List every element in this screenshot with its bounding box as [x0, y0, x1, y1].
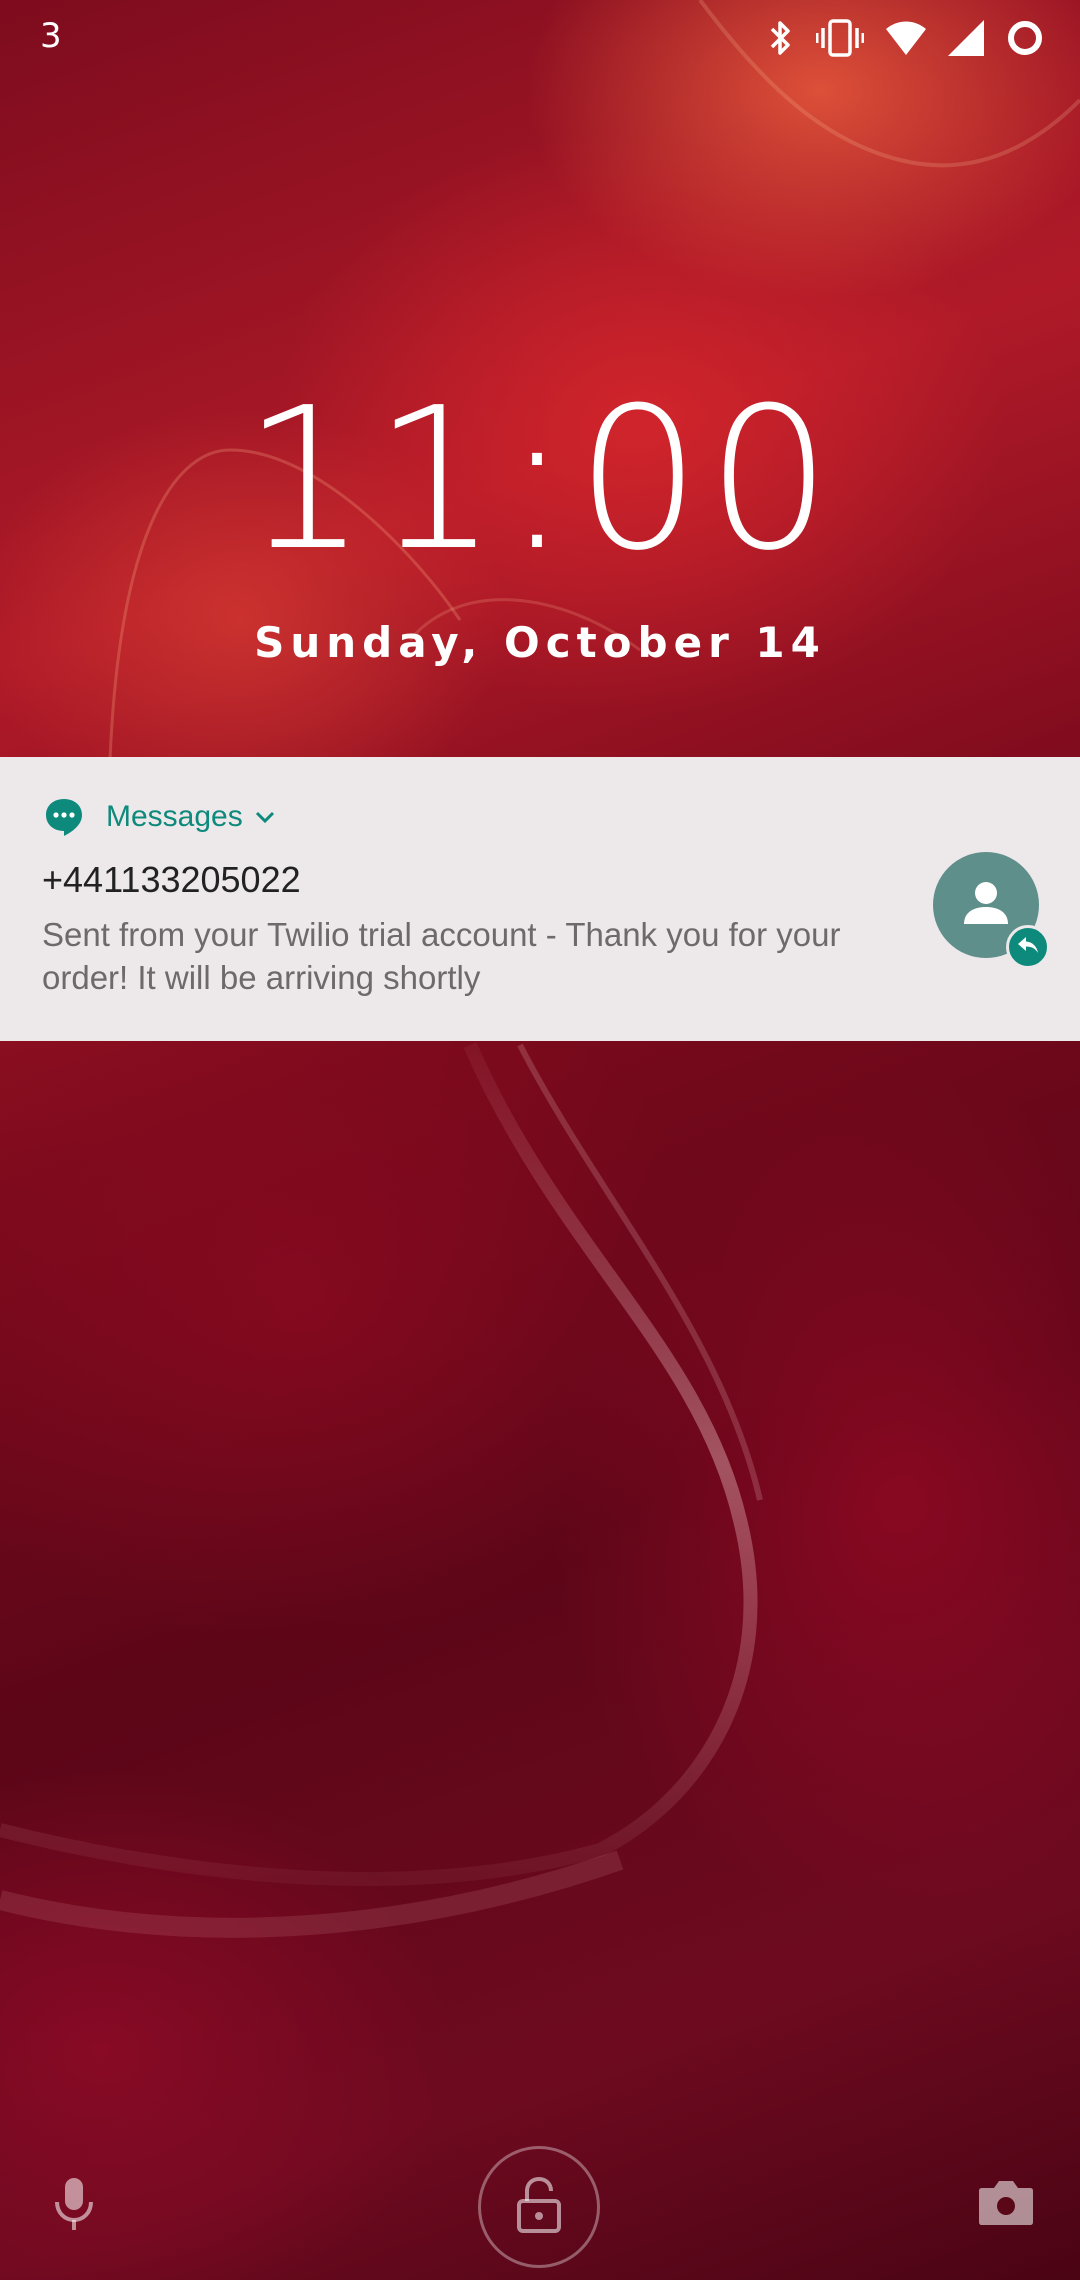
chevron-down-icon[interactable] — [255, 810, 275, 824]
camera-icon — [978, 2178, 1034, 2230]
notification-message-body: Sent from your Twilio trial account - Th… — [42, 916, 841, 996]
unlock-icon — [515, 2176, 563, 2237]
status-icons — [768, 18, 1044, 58]
mic-icon — [52, 2176, 96, 2236]
reply-button[interactable] — [1006, 925, 1050, 969]
person-icon — [961, 878, 1011, 932]
wallpaper — [0, 0, 1080, 2280]
reply-icon — [1017, 936, 1039, 958]
lockscreen-clock: 11:00 — [242, 366, 838, 594]
notification-count: 3 — [40, 16, 62, 56]
message-notification[interactable]: Messages +441133205022 Sent from your Tw… — [0, 757, 1080, 1041]
notification-app-name: Messages — [106, 800, 243, 833]
unlock-button[interactable] — [478, 2146, 600, 2268]
messages-icon — [44, 797, 84, 837]
notification-header[interactable]: Messages — [44, 797, 275, 837]
camera-shortcut-button[interactable] — [976, 2176, 1036, 2232]
battery-ring-icon — [1006, 19, 1044, 57]
lockscreen-date: Sunday, October 14 — [254, 618, 826, 667]
status-bar: 3 — [0, 0, 1080, 80]
wallpaper-swirls — [0, 0, 1080, 1938]
wifi-icon — [886, 21, 926, 55]
notification-sender: +441133205022 — [42, 859, 301, 900]
voice-assist-button[interactable] — [48, 2176, 100, 2236]
vibrate-icon — [816, 18, 864, 58]
bluetooth-icon — [768, 18, 794, 58]
cell-signal-icon — [948, 20, 984, 56]
